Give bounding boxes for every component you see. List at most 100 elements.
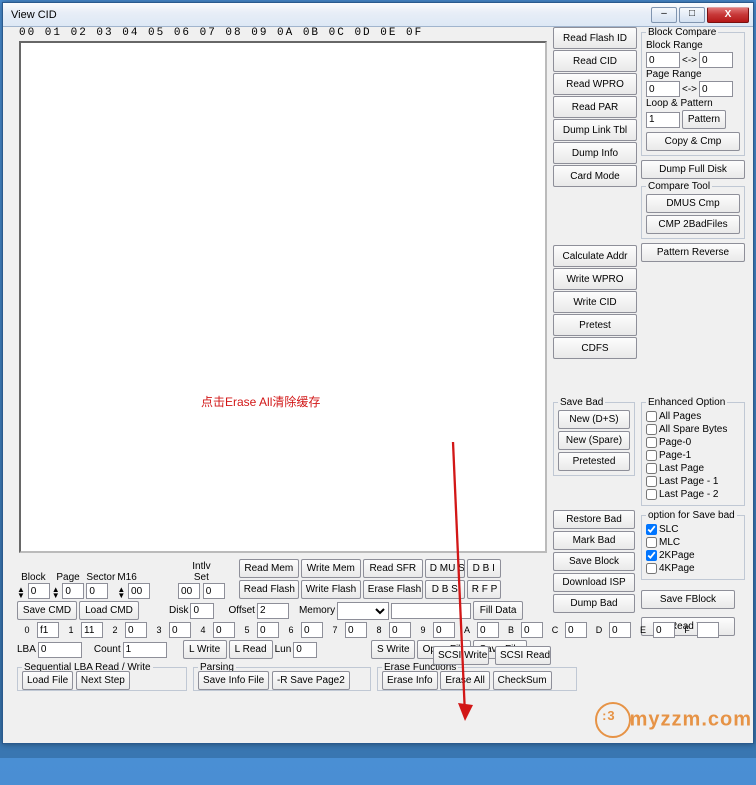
hex-F[interactable] (697, 622, 719, 638)
offset-input[interactable] (257, 603, 289, 619)
hex-3[interactable] (169, 622, 191, 638)
dmus-button[interactable]: D MU S (425, 559, 465, 578)
erase-flash-button[interactable]: Erase Flash (363, 580, 423, 599)
maximize-button[interactable]: □ (679, 7, 705, 23)
opt-mlc[interactable]: MLC (646, 536, 740, 549)
mark-bad-button[interactable]: Mark Bad (553, 531, 635, 550)
page-range-to[interactable] (699, 81, 733, 97)
read-cid-button[interactable]: Read CID (553, 50, 637, 72)
cdfs-button[interactable]: CDFS (553, 337, 637, 359)
hex-4[interactable] (213, 622, 235, 638)
save-cmd-button[interactable]: Save CMD (17, 601, 77, 620)
m16-input[interactable] (128, 583, 150, 599)
read-flash-id-button[interactable]: Read Flash ID (553, 27, 637, 49)
rfp-button[interactable]: R F P (467, 580, 501, 599)
hex-A[interactable] (477, 622, 499, 638)
new-spare-button[interactable]: New (Spare) (558, 431, 630, 450)
block-updown-icon[interactable]: ▲▼ (17, 587, 25, 599)
read-mem-button[interactable]: Read Mem (239, 559, 299, 578)
scsi-write-button[interactable]: SCSI Write (433, 646, 489, 665)
dump-info-button[interactable]: Dump Info (553, 142, 637, 164)
dbi-button[interactable]: D B I (467, 559, 501, 578)
hex-5[interactable] (257, 622, 279, 638)
page-updown-icon[interactable]: ▲▼ (52, 587, 60, 599)
hex-D[interactable] (609, 622, 631, 638)
hex-viewer[interactable]: 点击Erase All清除缓存 (19, 41, 547, 553)
block-input[interactable] (28, 583, 50, 599)
l-read-button[interactable]: L Read (229, 640, 273, 659)
hex-0[interactable] (37, 622, 59, 638)
enh-page-0[interactable]: Page-0 (646, 436, 740, 449)
close-button[interactable]: X (707, 7, 749, 23)
fill-data-button[interactable]: Fill Data (473, 601, 523, 620)
erase-all-button[interactable]: Erase All (440, 671, 489, 690)
loop-count[interactable] (646, 112, 680, 128)
enh-last-page---2[interactable]: Last Page - 2 (646, 488, 740, 501)
scsi-read-button[interactable]: SCSI Read (495, 646, 551, 665)
hex-C[interactable] (565, 622, 587, 638)
card-mode-button[interactable]: Card Mode (553, 165, 637, 187)
hex-1[interactable] (81, 622, 103, 638)
block-compare-group: Block Compare Block Range <-> Page Range… (641, 27, 745, 156)
l-write-button[interactable]: L Write (183, 640, 227, 659)
disk-input[interactable] (190, 603, 214, 619)
hex-9[interactable] (433, 622, 455, 638)
block-range-from[interactable] (646, 52, 680, 68)
lba-input[interactable] (38, 642, 82, 658)
pretest-button[interactable]: Pretest (553, 314, 637, 336)
m16-updown-icon[interactable]: ▲▼ (117, 587, 125, 599)
parsing-group: Parsing Save Info File -R Save Page2 (193, 662, 371, 691)
dump-link-tbl-button[interactable]: Dump Link Tbl (553, 119, 637, 141)
hex-8[interactable] (389, 622, 411, 638)
write-cid-button[interactable]: Write CID (553, 291, 637, 313)
sector-input[interactable] (86, 583, 108, 599)
r-save-page2-button[interactable]: -R Save Page2 (272, 671, 350, 690)
hex-6[interactable] (301, 622, 323, 638)
next-step-button[interactable]: Next Step (76, 671, 130, 690)
hex-2[interactable] (125, 622, 147, 638)
hex-B[interactable] (521, 622, 543, 638)
minimize-button[interactable]: – (651, 7, 677, 23)
checksum-button[interactable]: CheckSum (493, 671, 552, 690)
opt-slc[interactable]: SLC (646, 523, 740, 536)
hex-7[interactable] (345, 622, 367, 638)
write-wpro-button[interactable]: Write WPRO (553, 268, 637, 290)
read-sfr-button[interactable]: Read SFR (363, 559, 423, 578)
memory-select[interactable] (337, 602, 389, 620)
count-input[interactable] (123, 642, 167, 658)
restore-bad-button[interactable]: Restore Bad (553, 510, 635, 529)
memory-input[interactable] (391, 603, 471, 619)
page-range-from[interactable] (646, 81, 680, 97)
page-input[interactable] (62, 583, 84, 599)
cmp-2badfiles-button[interactable]: CMP 2BadFiles (646, 215, 740, 234)
erase-info-button[interactable]: Erase Info (382, 671, 438, 690)
enh-page-1[interactable]: Page-1 (646, 449, 740, 462)
intlv-input[interactable] (178, 583, 200, 599)
lun-input[interactable] (293, 642, 317, 658)
write-mem-button[interactable]: Write Mem (301, 559, 361, 578)
copy-cmp-button[interactable]: Copy & Cmp (646, 132, 740, 151)
calculate-addr-button[interactable]: Calculate Addr (553, 245, 637, 267)
read-flash-button[interactable]: Read Flash (239, 580, 299, 599)
s-write-button[interactable]: S Write (371, 640, 415, 659)
pattern-reverse-button[interactable]: Pattern Reverse (641, 243, 745, 262)
block-range-to[interactable] (699, 52, 733, 68)
load-file-button[interactable]: Load File (22, 671, 73, 690)
intlv2-input[interactable] (203, 583, 225, 599)
enh-last-page[interactable]: Last Page (646, 462, 740, 475)
read-wpro-button[interactable]: Read WPRO (553, 73, 637, 95)
pretested-button[interactable]: Pretested (558, 452, 630, 471)
load-cmd-button[interactable]: Load CMD (79, 601, 139, 620)
read-par-button[interactable]: Read PAR (553, 96, 637, 118)
save-info-file-button[interactable]: Save Info File (198, 671, 269, 690)
dbs-button[interactable]: D B S (425, 580, 465, 599)
dump-full-disk-button[interactable]: Dump Full Disk (641, 160, 745, 179)
write-flash-button[interactable]: Write Flash (301, 580, 361, 599)
enh-all-spare-bytes[interactable]: All Spare Bytes (646, 423, 740, 436)
dmus-cmp-button[interactable]: DMUS Cmp (646, 194, 740, 213)
pattern-button[interactable]: Pattern (682, 110, 726, 129)
hex-E[interactable] (653, 622, 675, 638)
enh-all-pages[interactable]: All Pages (646, 410, 740, 423)
enh-last-page---1[interactable]: Last Page - 1 (646, 475, 740, 488)
new-ds-button[interactable]: New (D+S) (558, 410, 630, 429)
